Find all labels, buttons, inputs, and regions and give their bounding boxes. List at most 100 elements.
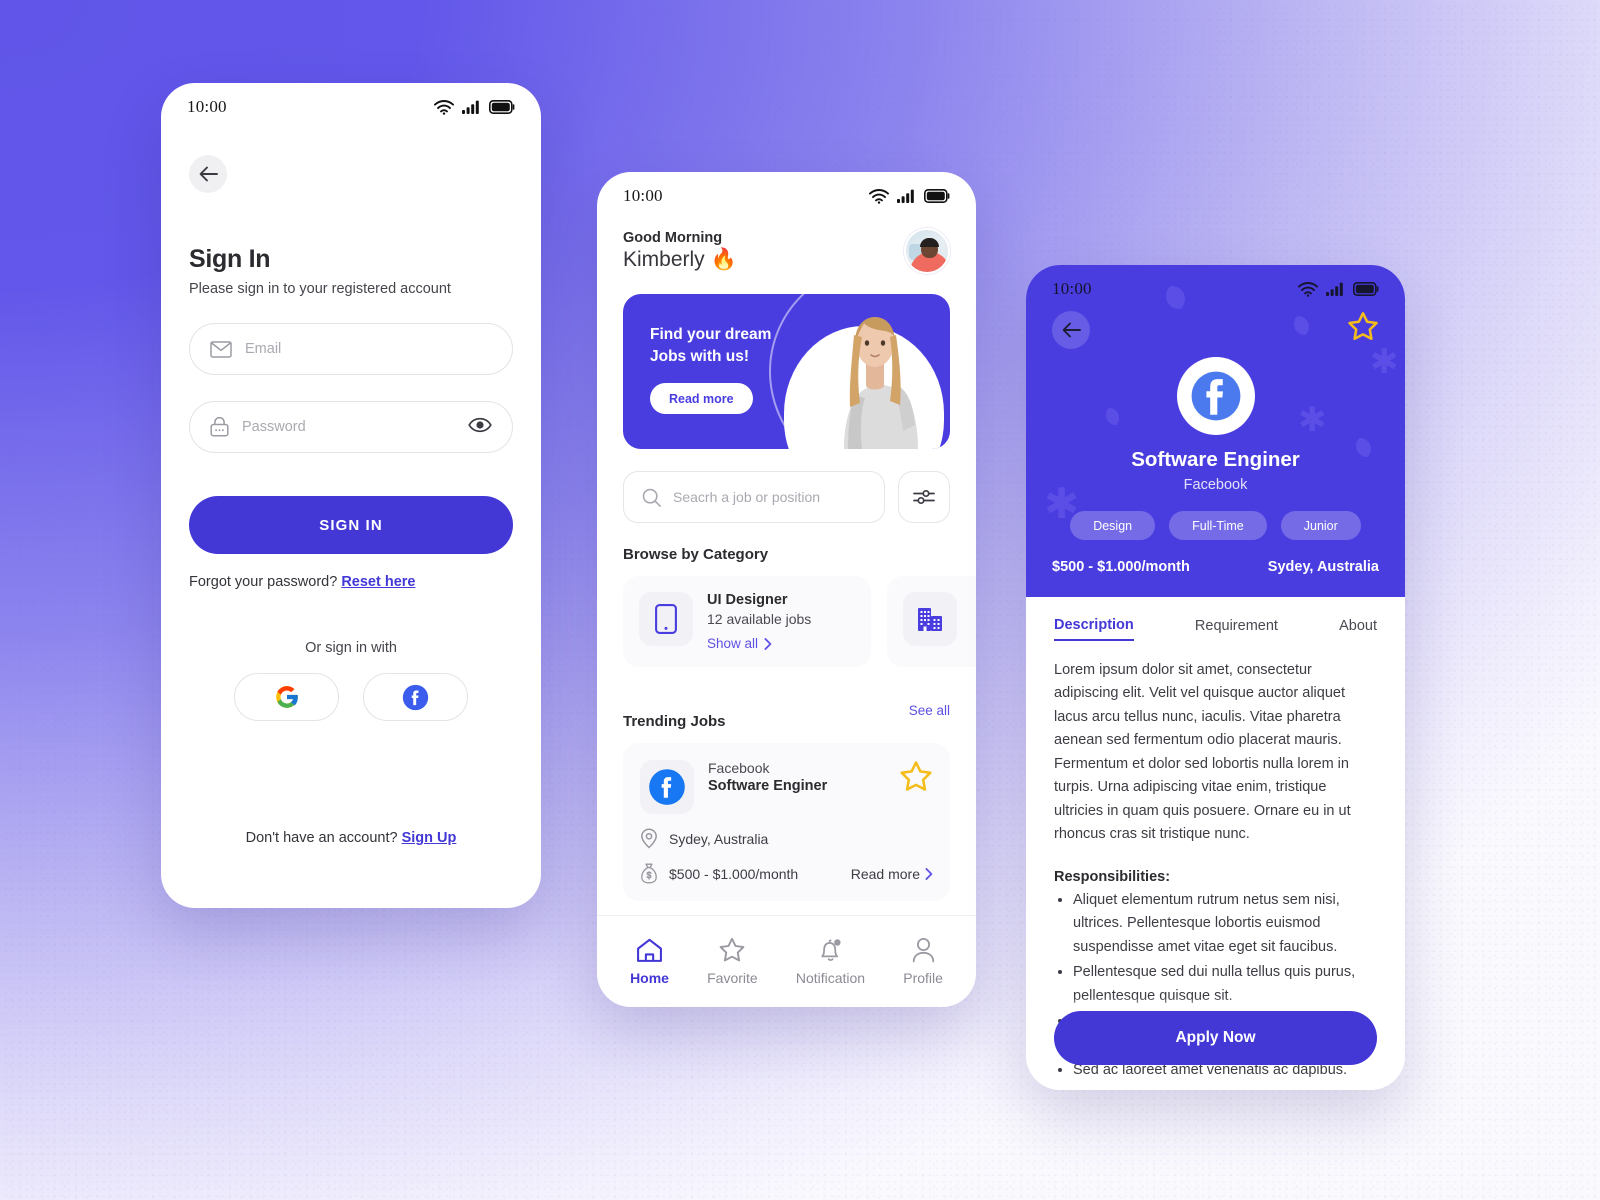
search-icon [642,488,661,507]
category-card-company[interactable] [887,576,976,667]
banner-title: Find your dream Jobs with us! [650,326,772,365]
nav-item-favorite[interactable]: Favorite [707,937,758,986]
search-input[interactable]: Seacrh a job or position [623,471,885,523]
tab-about[interactable]: About [1339,618,1377,640]
chevron-right-icon [764,637,772,650]
status-bar: 10:00 [597,172,976,206]
job-role-title: Software Enginer [1131,448,1300,471]
facebook-icon [402,684,429,710]
facebook-signin-button[interactable] [363,673,468,721]
job-company-logo [640,760,694,814]
category-card-ui-designer[interactable]: UI Designer 12 available jobs Show all [623,576,871,667]
category-text: UI Designer 12 available jobs Show all [707,592,811,651]
see-all-link[interactable]: See all [909,703,950,718]
google-signin-button[interactable] [234,673,339,721]
trending-jobs-title: Trending Jobs [623,713,726,730]
sparkle-decoration: ✱ [1298,401,1327,439]
job-detail-hero: ✱ ✱ ✱ 10:00 Software Enginer Facebook De… [1026,265,1405,597]
back-button[interactable] [1052,311,1090,349]
wifi-icon [1298,281,1318,297]
job-tags: Design Full-Time Junior [1026,511,1405,540]
sparkle-decoration: ✱ [1370,343,1399,381]
responsibilities-title: Responsibilities: [1054,868,1171,885]
list-item: Aliquet elementum rutrum netus sem nisi,… [1073,889,1377,959]
category-show-all-label: Show all [707,636,759,651]
job-tag[interactable]: Junior [1280,511,1361,540]
nav-item-home[interactable]: Home [630,938,669,986]
content-fade-mask [1026,997,1405,1011]
wifi-icon [869,188,889,204]
chevron-right-icon [925,867,933,880]
trending-section-header: Trending Jobs See all [597,690,976,731]
signin-submit-button[interactable]: SIGN IN [189,496,513,554]
nav-label-notification: Notification [795,970,866,986]
home-icon [637,938,662,962]
reset-password-link[interactable]: Reset here [341,574,415,590]
favorite-toggle-button[interactable] [1347,311,1379,347]
nav-item-profile[interactable]: Profile [903,937,943,986]
job-card-header: Facebook Software Enginer [640,760,933,814]
battery-icon [1353,282,1379,296]
tab-requirement[interactable]: Requirement [1195,618,1278,640]
battery-icon [924,189,950,203]
status-time: 10:00 [187,97,227,116]
money-bag-icon [641,863,657,884]
avatar[interactable] [904,228,950,274]
star-icon [900,761,932,791]
job-tag[interactable]: Design [1070,511,1156,540]
google-icon [275,686,298,708]
page-title: Sign In [189,245,271,273]
job-role-name: Software Enginer [708,778,828,794]
envelope-icon [210,340,232,358]
category-icon-wrap [639,592,693,646]
browse-category-title: Browse by Category [623,546,769,563]
job-card[interactable]: Facebook Software Enginer Sydey, Austral… [623,743,950,901]
greeting-label: Good Morning [623,230,723,246]
job-read-more-label: Read more [850,865,920,882]
job-description: Lorem ipsum dolor sit amet, consectetur … [1054,662,1351,843]
home-header: Good Morning Kimberly 🔥 [597,206,976,274]
lock-icon [210,417,229,437]
status-icons [434,99,515,115]
status-bar: 10:00 [1026,265,1405,299]
banner-read-more-button[interactable]: Read more [650,383,753,414]
job-salary-row: $500 - $1.000/month Read more [640,863,933,884]
user-icon [912,937,934,963]
password-field[interactable]: Password [189,401,513,453]
toggle-password-visibility-button[interactable] [468,417,492,438]
job-read-more-link[interactable]: Read more [851,866,933,882]
cellular-icon [462,100,479,114]
category-show-all-link[interactable]: Show all [707,636,811,651]
facebook-icon [649,769,685,805]
detail-tabs: Description Requirement About [1026,597,1405,641]
mobile-icon [655,604,677,634]
signin-screen: 10:00 Sign In Please sign in to your reg… [161,83,541,908]
facebook-icon [1191,371,1240,421]
nav-item-notification[interactable]: Notification [796,937,865,986]
job-tag[interactable]: Full-Time [1169,511,1267,540]
sliders-icon [913,489,935,505]
apply-now-button[interactable]: Apply Now [1054,1011,1377,1065]
category-name: UI Designer [707,592,788,608]
email-field[interactable]: Email [189,323,513,375]
tab-description[interactable]: Description [1054,617,1134,641]
company-logo [1176,357,1255,435]
job-company-name: Facebook [708,760,770,776]
filter-button[interactable] [898,471,950,523]
email-placeholder: Email [245,341,282,357]
nav-label-profile: Profile [903,970,943,986]
signup-link[interactable]: Sign Up [402,830,457,846]
favorite-toggle-button[interactable] [899,760,933,798]
location-pin-icon [641,828,657,849]
promo-banner[interactable]: Find your dream Jobs with us! Read more [623,294,950,449]
back-button[interactable] [189,155,227,193]
status-icons [869,188,950,204]
category-count: 12 available jobs [707,611,812,627]
no-account-text: Don't have an account? [245,830,398,846]
job-detail-screen: ✱ ✱ ✱ 10:00 Software Enginer Facebook De… [1026,265,1405,1090]
nav-label-favorite: Favorite [707,970,758,986]
job-salary: $500 - $1.000/month [1052,559,1190,575]
job-company-name: Facebook [1183,477,1248,493]
search-row: Seacrh a job or position [597,471,976,523]
status-icons [1298,281,1379,297]
